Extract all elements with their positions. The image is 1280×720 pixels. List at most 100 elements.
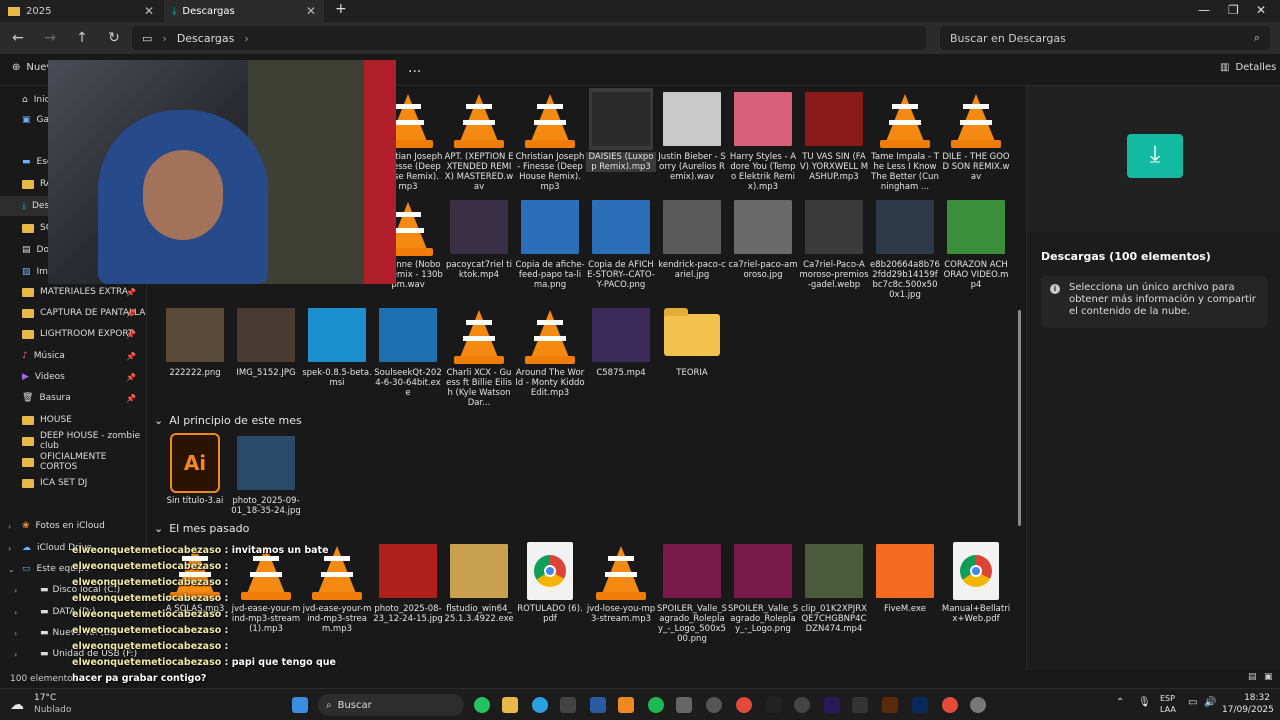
file-item[interactable]: 222222.png (160, 304, 230, 378)
file-item[interactable]: clip_01K2XPJRXQE7CHGBNP4CDZN474.mp4 (799, 540, 869, 634)
refresh-button[interactable]: ↻ (98, 30, 130, 46)
volume-icon[interactable]: 🔊 (1204, 697, 1216, 708)
chevron-right-icon[interactable]: › (14, 650, 17, 659)
back-button[interactable]: ← (2, 30, 34, 46)
group-header-this-month[interactable]: ⌄ Al principio de este mes (154, 414, 302, 427)
lang-code[interactable]: ESP (1160, 694, 1175, 703)
premiere-icon[interactable] (824, 697, 840, 713)
file-item[interactable]: C5875.mp4 (586, 304, 656, 378)
sidebar-item-basura[interactable]: 🗑 Basura 📌 (0, 388, 146, 408)
clock-time[interactable]: 18:32 (1222, 693, 1270, 703)
file-item[interactable]: FiveM.exe (870, 540, 940, 614)
photoshop-icon[interactable] (912, 697, 928, 713)
obs-icon[interactable] (970, 697, 986, 713)
chatgpt-icon[interactable] (794, 697, 810, 713)
spotify-icon[interactable] (648, 697, 664, 713)
group-header-last-month[interactable]: ⌄ El mes pasado (154, 522, 249, 535)
file-explorer-icon[interactable] (502, 697, 518, 713)
clock-date[interactable]: 17/09/2025 (1222, 705, 1274, 715)
address-bar[interactable]: ▭ › Descargas › (132, 26, 926, 50)
file-item[interactable]: DILE - THE GOOD SON REMIX.wav (941, 88, 1011, 182)
sidebar-item-musica[interactable]: ♪ Música 📌 (0, 346, 146, 366)
search-input[interactable]: Buscar en Descargas (950, 32, 1066, 45)
sidebar-item-lightroom[interactable]: LIGHTROOM EXPORT 📌 (0, 324, 146, 344)
search-box[interactable]: Buscar en Descargas ⌕ (940, 26, 1270, 50)
tab-descargas[interactable]: ⤓ Descargas ✕ (164, 0, 324, 22)
file-item[interactable]: pacoycat7riel tiktok.mp4 (444, 196, 514, 280)
details-button[interactable]: ▥ Detalles (1220, 62, 1276, 73)
file-item[interactable]: photo_2025-09-01_18-35-24.jpg (231, 432, 301, 516)
chevron-right-icon[interactable]: › (14, 629, 17, 638)
details-view-icon[interactable]: ▤ (1248, 672, 1257, 682)
chevron-up-icon[interactable]: ⌃ (1116, 697, 1124, 708)
close-tab-icon[interactable]: ✕ (306, 4, 316, 18)
file-item[interactable]: Ai Sin título-3.ai (160, 432, 230, 506)
up-button[interactable]: ↑ (66, 30, 98, 46)
file-item[interactable]: APT. (XEPTION EXTENDED REMIX) MASTERED.w… (444, 88, 514, 192)
file-item[interactable]: CORAZON ACHORAO VIDEO.mp4 (941, 196, 1011, 290)
windows-start-icon[interactable] (292, 697, 308, 713)
sidebar-item-deep-house[interactable]: DEEP HOUSE - zombie club (0, 431, 146, 451)
chevron-right-icon[interactable]: › (8, 544, 11, 553)
close-window-button[interactable]: ✕ (1256, 3, 1266, 17)
more-options-button[interactable]: ... (408, 60, 421, 76)
chevron-right-icon[interactable]: › (14, 586, 17, 595)
file-item[interactable]: Harry Styles - Adore You (Tempo Elektrik… (728, 88, 798, 192)
taskbar-search[interactable]: ⌕ Buscar (318, 694, 464, 716)
sidebar-item-videos[interactable]: ▶ Videos 📌 (0, 367, 146, 387)
file-item[interactable]: jvd-lose-you-mp3-stream.mp3 (586, 540, 656, 624)
chrome-icon[interactable] (736, 697, 752, 713)
tab-2025[interactable]: 2025 ✕ (0, 0, 162, 22)
file-item[interactable]: Copia de AFICHE-STORY--CATO-Y-PACO.png (586, 196, 656, 290)
breadcrumb-descargas[interactable]: Descargas (177, 32, 235, 45)
file-item[interactable]: SoulseekQt-2024-6-30-64bit.exe (373, 304, 443, 398)
file-item[interactable]: DAISIES (Luxpop Remix).mp3 (586, 88, 656, 172)
network-icon[interactable]: ▭ (1188, 697, 1197, 708)
microphone-icon[interactable]: 🎙 (1138, 697, 1151, 708)
tiles-view-icon[interactable]: ▣ (1264, 672, 1273, 682)
maximize-button[interactable]: ❐ (1228, 3, 1239, 17)
file-item[interactable]: flstudio_win64_25.1.3.4922.exe (444, 540, 514, 624)
illustrator-icon[interactable] (882, 697, 898, 713)
chrome-icon-2[interactable] (942, 697, 958, 713)
file-item[interactable]: TEORIA (657, 304, 727, 378)
sidebar-item-captura[interactable]: CAPTURA DE PANTALLA 📌 (0, 303, 146, 323)
chevron-right-icon[interactable]: › (8, 522, 11, 531)
chevron-right-icon[interactable]: › (14, 608, 17, 617)
file-item[interactable]: Tame Impala - The Less I Know The Better… (870, 88, 940, 192)
file-item[interactable]: spek-0.8.5-beta.msi (302, 304, 372, 388)
file-item[interactable]: ca7riel-paco-amoroso.jpg (728, 196, 798, 280)
file-item[interactable]: SPOILER_Valle_Sagrado_Roleplay_-_Logo.pn… (728, 540, 798, 634)
file-item[interactable]: e8b20664a8b762fdd29b14159fbc7c8c.500x500… (870, 196, 940, 300)
live-icon[interactable] (852, 697, 868, 713)
file-item[interactable]: kendrick-paco-cariel.jpg (657, 196, 727, 280)
notion-icon[interactable] (560, 697, 576, 713)
lang-layout[interactable]: LAA (1160, 705, 1176, 714)
file-item[interactable]: SPOILER_Valle_Sagrado_Roleplay_-_Logo_50… (657, 540, 727, 644)
sidebar-item-ica-set[interactable]: ICA SET DJ (0, 473, 146, 493)
sidebar-item-house[interactable]: HOUSE (0, 410, 146, 430)
file-item[interactable]: Charli XCX - Guess ft Billie Eilish (Kyl… (444, 304, 514, 408)
file-item[interactable]: TU VAS SIN (FAV) YORXWELL MASHUP.mp3 (799, 88, 869, 182)
close-tab-icon[interactable]: ✕ (144, 4, 154, 18)
file-item[interactable]: ROTULADO (6).pdf (515, 540, 585, 624)
vertical-scrollbar[interactable] (1018, 310, 1021, 526)
file-item[interactable]: Christian Joseph - Finesse (Deep House R… (515, 88, 585, 192)
lightroom-icon[interactable] (590, 697, 606, 713)
file-item[interactable]: Copia de afiche-feed-papo ta-lima.png (515, 196, 585, 290)
forward-button[interactable]: → (34, 30, 66, 46)
telegram-icon[interactable] (532, 697, 548, 713)
tiktok-icon[interactable] (766, 697, 782, 713)
minimize-button[interactable]: — (1198, 3, 1210, 17)
sidebar-item-oficialmente[interactable]: OFICIALMENTE CORTOS (0, 452, 146, 472)
file-item[interactable]: Manual+Bellatrix+Web.pdf (941, 540, 1011, 624)
new-tab-button[interactable]: + (335, 1, 347, 17)
sidebar-item-materiales-extra[interactable]: MATERIALES EXTRA 📌 (0, 282, 146, 302)
file-item[interactable]: photo_2025-08-23_12-24-15.jpg (373, 540, 443, 624)
capture-icon[interactable] (676, 697, 692, 713)
chevron-down-icon[interactable]: ⌄ (8, 565, 15, 574)
file-item[interactable]: Ca7riel-Paco-Amoroso-premios-gadel.webp (799, 196, 869, 290)
weather-temp[interactable]: 17°C (34, 693, 56, 703)
sidebar-item-fotos-icloud[interactable]: › ❀ Fotos en iCloud (0, 516, 146, 536)
fl-studio-icon[interactable] (618, 697, 634, 713)
